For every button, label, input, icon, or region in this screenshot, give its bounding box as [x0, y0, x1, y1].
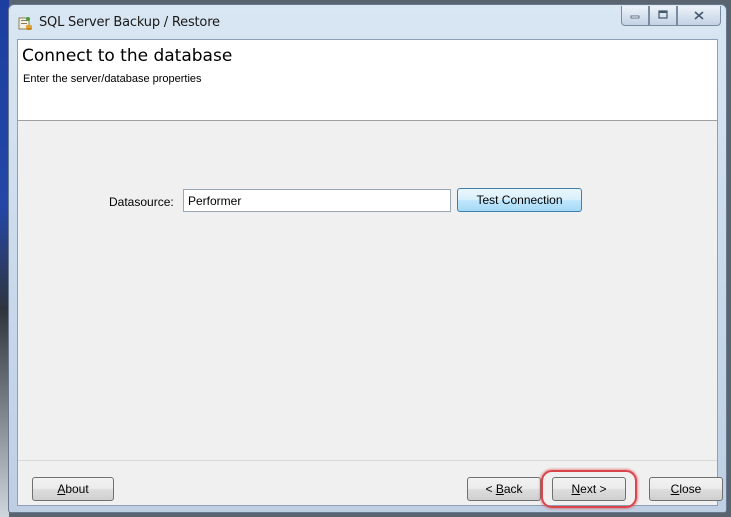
back-button[interactable]: < Back — [467, 477, 541, 501]
about-button[interactable]: About — [32, 477, 114, 501]
minimize-button[interactable] — [621, 6, 649, 26]
minimize-icon — [630, 10, 640, 22]
wizard-header: Connect to the database Enter the server… — [18, 40, 717, 121]
close-window-button[interactable] — [677, 6, 721, 26]
back-prefix: < — [485, 482, 496, 496]
test-connection-button[interactable]: Test Connection — [457, 188, 582, 212]
title-bar[interactable]: SQL Server Backup / Restore — [9, 5, 726, 39]
back-label-rest: ack — [503, 482, 523, 496]
next-label-rest: ext > — [580, 482, 607, 496]
page-title: Connect to the database — [22, 46, 233, 66]
maximize-icon — [658, 9, 668, 22]
window-controls — [621, 6, 721, 26]
close-mnemonic: C — [670, 482, 680, 496]
page-subtitle: Enter the server/database properties — [23, 73, 202, 85]
close-button[interactable]: Close — [649, 477, 723, 501]
next-button[interactable]: Next > — [552, 477, 626, 501]
app-window: SQL Server Backup / Restore Connect to t… — [8, 4, 727, 513]
next-mnemonic: N — [571, 482, 581, 496]
about-mnemonic: A — [57, 482, 66, 496]
back-mnemonic: B — [495, 482, 504, 496]
about-label-rest: bout — [65, 482, 89, 496]
datasource-input[interactable] — [183, 189, 451, 212]
close-icon — [694, 9, 704, 23]
footer-divider — [18, 460, 717, 461]
app-database-icon — [18, 15, 33, 30]
datasource-label: Datasource: — [109, 195, 174, 209]
window-title: SQL Server Backup / Restore — [39, 15, 220, 30]
maximize-button[interactable] — [649, 6, 677, 26]
client-area: Connect to the database Enter the server… — [17, 39, 723, 508]
close-label-rest: lose — [679, 482, 702, 496]
